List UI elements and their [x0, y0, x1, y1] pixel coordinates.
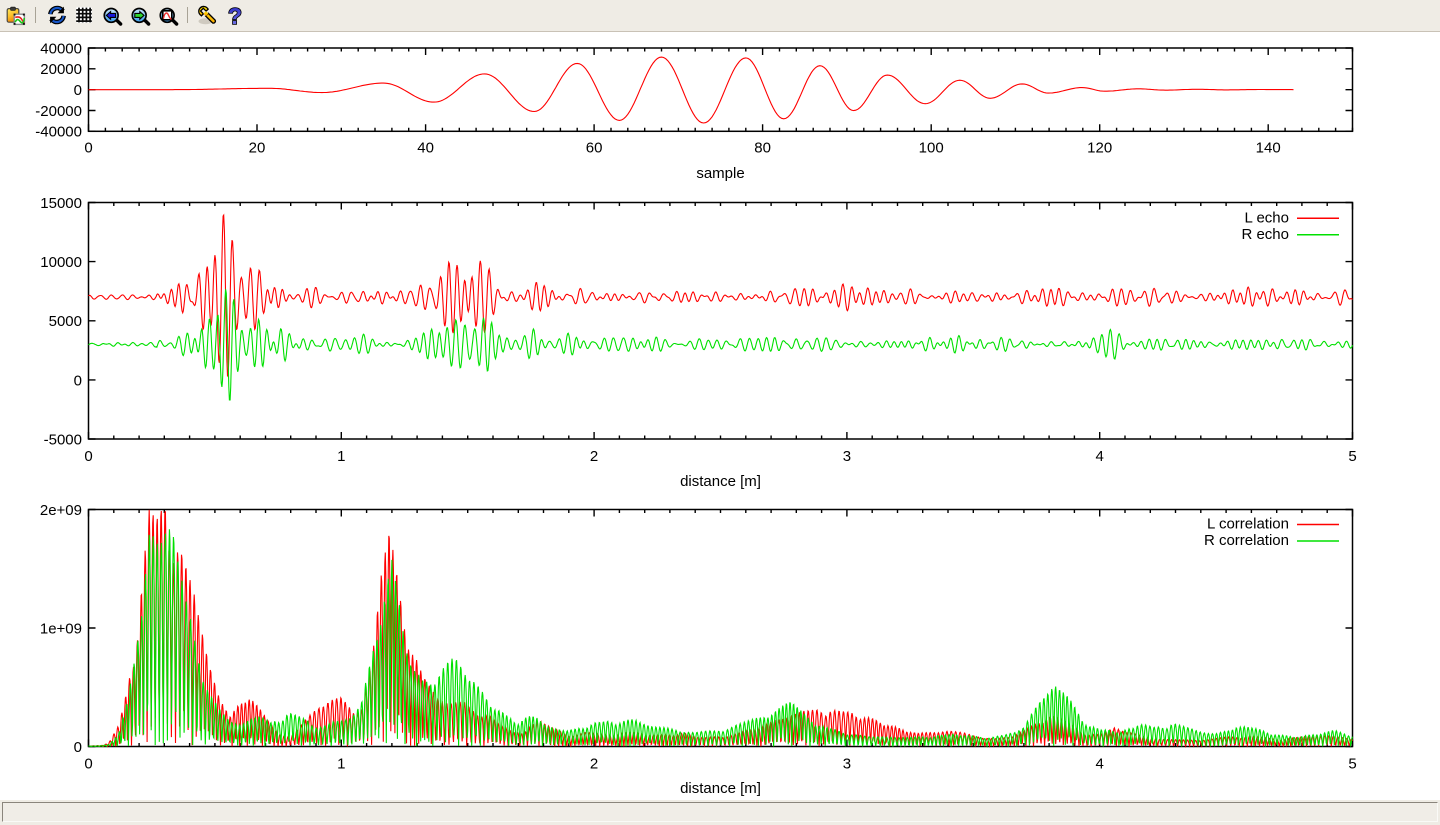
svg-text:4: 4: [1096, 756, 1104, 773]
svg-text:0: 0: [84, 448, 92, 465]
svg-text:-20000: -20000: [35, 103, 82, 120]
svg-text:80: 80: [754, 140, 771, 157]
svg-text:2: 2: [590, 756, 598, 773]
svg-text:20: 20: [249, 140, 266, 157]
svg-text:R correlation: R correlation: [1204, 532, 1289, 549]
svg-text:?: ?: [228, 5, 242, 27]
svg-text:100: 100: [919, 140, 944, 157]
svg-text:R echo: R echo: [1241, 226, 1289, 243]
svg-text:0: 0: [74, 82, 82, 99]
svg-text:5: 5: [1348, 756, 1356, 773]
svg-text:5: 5: [1348, 448, 1356, 465]
svg-text:L correlation: L correlation: [1207, 516, 1289, 533]
svg-text:40: 40: [417, 140, 434, 157]
svg-text:2: 2: [590, 448, 598, 465]
svg-text:sample: sample: [696, 165, 744, 182]
svg-text:2e+09: 2e+09: [40, 502, 82, 519]
svg-text:1: 1: [337, 756, 345, 773]
svg-text:10000: 10000: [40, 254, 82, 271]
svg-text:1: 1: [337, 448, 345, 465]
svg-text:3: 3: [843, 448, 851, 465]
svg-text:4: 4: [1096, 448, 1104, 465]
svg-text:5000: 5000: [49, 313, 82, 330]
svg-text:60: 60: [586, 140, 603, 157]
svg-text:L echo: L echo: [1245, 209, 1289, 226]
svg-text:40000: 40000: [40, 40, 82, 57]
svg-text:15000: 15000: [40, 195, 82, 212]
svg-text:140: 140: [1256, 140, 1281, 157]
svg-text:0: 0: [84, 140, 92, 157]
svg-text:120: 120: [1087, 140, 1112, 157]
svg-text:distance [m]: distance [m]: [680, 780, 761, 797]
svg-text:1e+09: 1e+09: [40, 620, 82, 637]
svg-text:distance [m]: distance [m]: [680, 473, 761, 490]
svg-text:20000: 20000: [40, 61, 82, 78]
svg-text:-5000: -5000: [44, 431, 82, 448]
svg-text:0: 0: [74, 739, 82, 756]
svg-text:0: 0: [84, 756, 92, 773]
svg-text:0: 0: [74, 372, 82, 389]
svg-text:3: 3: [843, 756, 851, 773]
svg-text:-40000: -40000: [35, 124, 82, 141]
